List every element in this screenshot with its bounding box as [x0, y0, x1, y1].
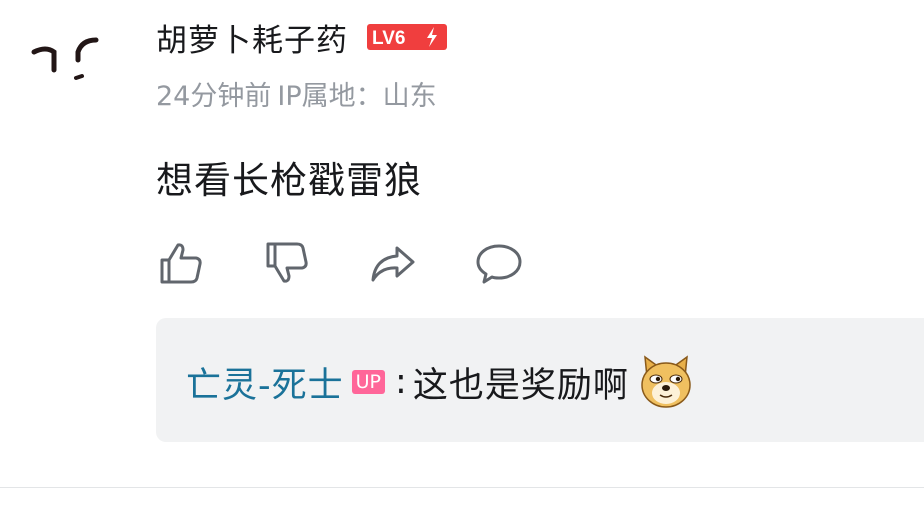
- doge-emoji-icon: [637, 353, 695, 411]
- level-badge: LV6: [366, 23, 448, 51]
- username-row: 胡萝卜耗子药 LV6: [156, 14, 448, 60]
- reply-username[interactable]: 亡灵-死士: [186, 357, 344, 408]
- reply-preview[interactable]: 亡灵-死士 UP : 这也是奖励啊: [156, 318, 924, 442]
- reply-text: 这也是奖励啊: [412, 365, 629, 406]
- avatar[interactable]: [24, 18, 110, 104]
- level-badge-text: LV6: [372, 28, 405, 49]
- username[interactable]: 胡萝卜耗子药: [156, 15, 348, 60]
- reply-separator: :: [395, 362, 407, 402]
- comment-text: 想看长枪戳雷狼: [156, 159, 422, 202]
- divider: [0, 487, 924, 488]
- ip-location: IP属地：山东: [277, 81, 437, 112]
- reply-line: 亡灵-死士 UP : 这也是奖励啊: [186, 355, 695, 408]
- comment-item: 胡萝卜耗子药 LV6 24分钟前 IP属地：山东 想看长枪戳雷狼 亡灵-死士 U…: [0, 0, 924, 519]
- comment-meta: 24分钟前 IP属地：山东: [156, 74, 437, 113]
- comment-time: 24分钟前: [156, 81, 272, 112]
- like-icon[interactable]: [156, 238, 206, 288]
- up-badge: UP: [351, 370, 386, 394]
- dislike-icon[interactable]: [262, 238, 312, 288]
- share-icon[interactable]: [368, 238, 418, 288]
- reply-icon[interactable]: [474, 238, 524, 288]
